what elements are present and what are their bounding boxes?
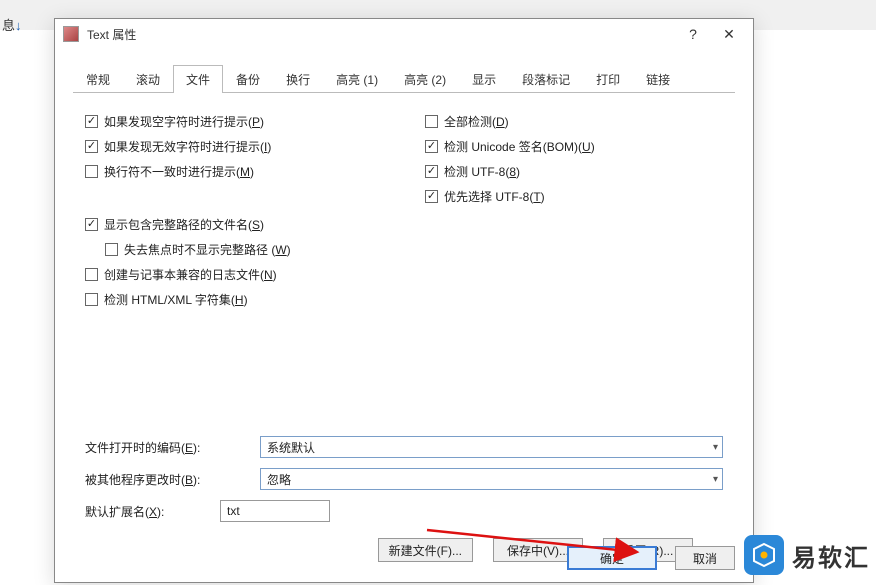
tab-general[interactable]: 常规 [73, 65, 123, 93]
right-column: 全部检测(D) 检测 Unicode 签名(BOM)(U) 检测 UTF-8(8… [425, 113, 723, 316]
check-detect-html-charset[interactable]: 检测 HTML/XML 字符集(H) [85, 291, 425, 308]
cancel-button[interactable]: 取消 [675, 546, 735, 570]
chevron-down-icon: ▾ [713, 442, 718, 453]
check-label: 显示包含完整路径的文件名(S) [104, 216, 264, 233]
watermark-logo-icon [744, 535, 784, 575]
encoding-select[interactable]: 系统默认 ▾ [260, 436, 723, 458]
check-label: 优先选择 UTF-8(T) [444, 188, 545, 205]
form-section: 文件打开时的编码(E): 系统默认 ▾ 被其他程序更改时(B): 忽略 ▾ 默认… [85, 436, 723, 522]
tab-wrap[interactable]: 换行 [273, 65, 323, 93]
checkbox-icon [425, 140, 438, 153]
check-prompt-null[interactable]: 如果发现空字符时进行提示(P) [85, 113, 425, 130]
checkbox-icon [425, 190, 438, 203]
checkbox-icon [425, 115, 438, 128]
encoding-label: 文件打开时的编码(E): [85, 439, 260, 456]
row-open-encoding: 文件打开时的编码(E): 系统默认 ▾ [85, 436, 723, 458]
check-label: 换行符不一致时进行提示(M) [104, 163, 254, 180]
dialog-title: Text 属性 [87, 26, 675, 43]
checkbox-icon [85, 115, 98, 128]
watermark-text: 易软汇 [792, 538, 870, 573]
check-label: 如果发现无效字符时进行提示(I) [104, 138, 271, 155]
tab-highlight1[interactable]: 高亮 (1) [323, 65, 391, 93]
check-prefer-utf8[interactable]: 优先选择 UTF-8(T) [425, 188, 723, 205]
tab-strip: 常规 滚动 文件 备份 换行 高亮 (1) 高亮 (2) 显示 段落标记 打印 … [55, 49, 753, 93]
check-fullpath-filename[interactable]: 显示包含完整路径的文件名(S) [85, 216, 425, 233]
checkbox-icon [85, 140, 98, 153]
check-hide-path-unfocused[interactable]: 失去焦点时不显示完整路径 (W) [105, 241, 425, 258]
checkbox-icon [425, 165, 438, 178]
app-icon [63, 26, 79, 42]
select-value: 系统默认 [267, 439, 315, 456]
check-label: 失去焦点时不显示完整路径 (W) [124, 241, 291, 258]
check-detect-utf8[interactable]: 检测 UTF-8(8) [425, 163, 723, 180]
check-label: 创建与记事本兼容的日志文件(N) [104, 266, 277, 283]
row-default-ext: 默认扩展名(X): txt [85, 500, 723, 522]
chevron-down-icon: ▾ [713, 474, 718, 485]
row-changed-by-other: 被其他程序更改时(B): 忽略 ▾ [85, 468, 723, 490]
tab-backup[interactable]: 备份 [223, 65, 273, 93]
check-label: 全部检测(D) [444, 113, 509, 130]
newfile-button[interactable]: 新建文件(F)... [378, 538, 473, 562]
check-detect-bom[interactable]: 检测 Unicode 签名(BOM)(U) [425, 138, 723, 155]
check-notepad-log[interactable]: 创建与记事本兼容的日志文件(N) [85, 266, 425, 283]
check-label: 检测 UTF-8(8) [444, 163, 520, 180]
checkbox-icon [85, 165, 98, 178]
select-value: 忽略 [267, 471, 291, 488]
ok-button[interactable]: 确定 [567, 546, 657, 570]
ext-input[interactable]: txt [220, 500, 330, 522]
check-label: 检测 HTML/XML 字符集(H) [104, 291, 248, 308]
tab-file[interactable]: 文件 [173, 65, 223, 93]
check-prompt-invalid[interactable]: 如果发现无效字符时进行提示(I) [85, 138, 425, 155]
watermark: 易软汇 [744, 535, 870, 575]
checkbox-icon [105, 243, 118, 256]
check-prompt-linebreak[interactable]: 换行符不一致时进行提示(M) [85, 163, 425, 180]
titlebar: Text 属性 ? ✕ [55, 19, 753, 49]
tab-content: 如果发现空字符时进行提示(P) 如果发现无效字符时进行提示(I) 换行符不一致时… [55, 93, 753, 572]
tab-paragraph[interactable]: 段落标记 [509, 65, 583, 93]
text-properties-dialog: Text 属性 ? ✕ 常规 滚动 文件 备份 换行 高亮 (1) 高亮 (2)… [54, 18, 754, 583]
close-button[interactable]: ✕ [711, 22, 747, 46]
background-text: 息↓ [2, 15, 22, 34]
tab-link[interactable]: 链接 [633, 65, 683, 93]
checkbox-icon [85, 293, 98, 306]
tab-print[interactable]: 打印 [583, 65, 633, 93]
check-label: 如果发现空字符时进行提示(P) [104, 113, 264, 130]
changed-select[interactable]: 忽略 ▾ [260, 468, 723, 490]
tab-highlight2[interactable]: 高亮 (2) [391, 65, 459, 93]
check-detect-all[interactable]: 全部检测(D) [425, 113, 723, 130]
help-button[interactable]: ? [675, 22, 711, 46]
ext-label: 默认扩展名(X): [85, 503, 220, 520]
dialog-bottom-buttons: 确定 取消 [567, 546, 735, 570]
checkbox-icon [85, 218, 98, 231]
check-label: 检测 Unicode 签名(BOM)(U) [444, 138, 595, 155]
changed-label: 被其他程序更改时(B): [85, 471, 260, 488]
checkbox-icon [85, 268, 98, 281]
left-column: 如果发现空字符时进行提示(P) 如果发现无效字符时进行提示(I) 换行符不一致时… [85, 113, 425, 316]
tab-display[interactable]: 显示 [459, 65, 509, 93]
tab-scroll[interactable]: 滚动 [123, 65, 173, 93]
